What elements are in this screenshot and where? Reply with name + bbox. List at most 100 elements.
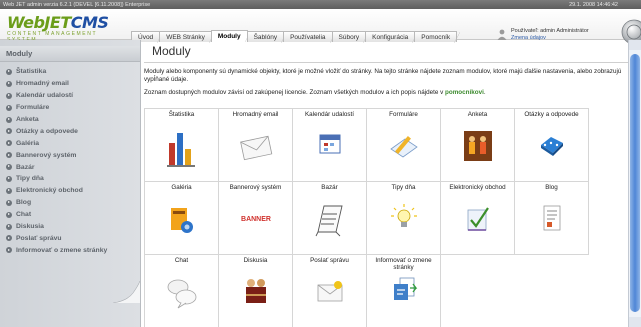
module-tile-galeria[interactable]: Galéria <box>145 182 219 255</box>
arrow-right-icon <box>6 187 12 194</box>
page-title: Moduly <box>152 44 191 58</box>
qa-network-icon <box>540 137 563 156</box>
module-tile-informovat[interactable]: Informovať o zmene stránky <box>367 255 441 327</box>
poll-people-icon <box>463 131 492 161</box>
module-label: Galéria <box>171 184 192 191</box>
module-tile-anketa[interactable]: Anketa <box>441 109 515 182</box>
module-tile-bannery[interactable]: Bannerový systém BANNER <box>219 182 293 255</box>
module-label: Blog <box>545 184 558 191</box>
scrollbar-thumb[interactable] <box>630 54 640 312</box>
module-label: Štatistika <box>168 111 195 118</box>
module-tile-diskusia[interactable]: Diskusia <box>219 255 293 327</box>
arrow-right-icon <box>6 92 12 99</box>
sidebar-item-hromadny-email[interactable]: Hromadný email <box>0 78 140 90</box>
module-tile-chat[interactable]: Chat <box>145 255 219 327</box>
sidebar-item-label: Formuláre <box>16 104 50 112</box>
module-tile-blog[interactable]: Blog <box>515 182 589 255</box>
webjet-logo[interactable]: WebJETCMS CONTENT MANAGEMENT SYSTEM <box>7 15 119 44</box>
sidebar-item-label: Hromadný email <box>16 80 69 88</box>
arrow-right-icon <box>6 116 12 123</box>
module-tile-otazky[interactable]: Otázky a odpovede <box>515 109 589 182</box>
module-label: Poslať správu <box>310 257 349 264</box>
modules-sidebar: Moduly Štatistika Hromadný email Kalendá… <box>0 40 141 327</box>
module-tile-bazar[interactable]: Bazár <box>293 182 367 255</box>
sidebar-item-tipy[interactable]: Tipy dňa <box>0 173 140 185</box>
module-tile-kalendar[interactable]: Kalendár udalostí <box>293 109 367 182</box>
arrow-right-icon <box>6 211 12 218</box>
module-label: Chat <box>174 257 189 264</box>
banner-icon: BANNER <box>241 216 271 223</box>
sidebar-item-formulare[interactable]: Formuláre <box>0 102 140 114</box>
sidebar-item-blog[interactable]: Blog <box>0 197 140 209</box>
sidebar-item-galeria[interactable]: Galéria <box>0 137 140 149</box>
vertical-scrollbar[interactable] <box>628 40 641 327</box>
help-link[interactable]: pomocníkovi <box>445 89 484 96</box>
license-note: Zoznam dostupných modulov závisí od zakú… <box>144 89 628 96</box>
module-label: Hromadný email <box>232 111 279 118</box>
intro-text: Moduly alebo komponenty sú dynamické obj… <box>144 68 622 83</box>
sidebar-item-label: Otázky a odpovede <box>16 127 78 135</box>
sidebar-item-statistika[interactable]: Štatistika <box>0 66 140 78</box>
module-tile-tipy[interactable]: Tipy dňa <box>367 182 441 255</box>
sidebar-item-poslat-spravu[interactable]: Poslať správu <box>0 232 140 244</box>
arrow-right-icon <box>6 223 12 230</box>
sidebar-item-label: Diskusia <box>16 223 44 231</box>
sidebar-item-label: Elektronický obchod <box>16 187 83 195</box>
module-tile-eshop[interactable]: Elektronický obchod <box>441 182 515 255</box>
module-label: Kalendár udalostí <box>304 111 354 118</box>
sidebar-item-kalendar[interactable]: Kalendár udalostí <box>0 90 140 102</box>
module-label: Tipy dňa <box>391 184 416 191</box>
scroll-up-button[interactable] <box>629 40 641 50</box>
blog-document-icon <box>543 205 560 231</box>
user-icon <box>497 29 507 40</box>
sidebar-item-label: Anketa <box>16 116 39 123</box>
module-label: Elektronický obchod <box>449 184 506 191</box>
sidebar-item-label: Kalendár udalostí <box>16 92 74 100</box>
user-name: Používateľ: admin Administrátor <box>511 28 589 34</box>
sidebar-item-anketa[interactable]: Anketa <box>0 114 140 126</box>
arrow-right-icon <box>6 128 12 135</box>
module-tile-formulare[interactable]: Formuláre <box>367 109 441 182</box>
window-title-bar: Web JET admin verzia 6.2.1 (DEVEL [6.11.… <box>0 0 641 9</box>
arrow-right-icon <box>6 104 12 111</box>
sidebar-item-diskusia[interactable]: Diskusia <box>0 221 140 233</box>
page-curl-decoration <box>113 281 140 303</box>
arrow-right-icon <box>6 68 12 75</box>
sidebar-item-label: Informovať o zmene stránky <box>16 246 108 254</box>
module-label: Diskusia <box>243 257 268 264</box>
eshop-check-icon <box>467 207 489 231</box>
arrow-right-icon <box>6 140 12 147</box>
sidebar-item-label: Tipy dňa <box>16 175 44 183</box>
send-message-icon <box>317 281 342 302</box>
sidebar-item-bazar[interactable]: Bazár <box>0 161 140 173</box>
window-datetime: 29.1. 2008 14:46:42 <box>569 1 618 8</box>
arrow-right-icon <box>6 199 12 206</box>
logo-cms-text: CMS <box>70 13 109 32</box>
sidebar-item-eshop[interactable]: Elektronický obchod <box>0 185 140 197</box>
sidebar-item-informovat[interactable]: Informovať o zmene stránky <box>0 244 140 256</box>
license-note-text: Zoznam dostupných modulov závisí od zakú… <box>144 89 446 96</box>
sidebar-item-bannery[interactable]: Bannerový systém <box>0 149 140 161</box>
module-label: Formuláre <box>389 111 418 118</box>
module-tile-hromadny-email[interactable]: Hromadný email <box>219 109 293 182</box>
scroll-down-button[interactable] <box>629 317 641 327</box>
discussion-icon <box>245 279 266 303</box>
sidebar-title: Moduly <box>0 46 140 62</box>
sidebar-item-label: Štatistika <box>16 68 47 76</box>
logo-webjet-text: WebJET <box>7 13 71 32</box>
main-content: Moduly Moduly alebo komponenty sú dynami… <box>144 40 628 327</box>
arrow-right-icon <box>6 80 12 87</box>
sidebar-item-chat[interactable]: Chat <box>0 209 140 221</box>
lightbulb-icon <box>390 204 417 227</box>
calendar-icon <box>319 134 340 154</box>
sidebar-item-otazky[interactable]: Otázky a odpovede <box>0 125 140 137</box>
sidebar-item-label: Blog <box>16 199 32 207</box>
sidebar-menu: Štatistika Hromadný email Kalendár udalo… <box>0 66 140 256</box>
title-divider <box>144 62 628 63</box>
arrow-right-icon <box>6 152 12 159</box>
sidebar-item-label: Chat <box>16 211 32 219</box>
license-note-end: . <box>483 89 486 96</box>
logo-wordmark: WebJETCMS <box>7 15 119 31</box>
module-tile-statistika[interactable]: Štatistika <box>145 109 219 182</box>
module-tile-poslat-spravu[interactable]: Poslať správu <box>293 255 367 327</box>
